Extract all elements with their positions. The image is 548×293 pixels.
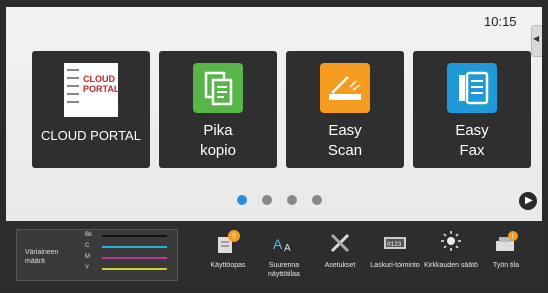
- settings-button[interactable]: Asetukset: [315, 225, 365, 283]
- svg-text:?: ?: [232, 232, 237, 241]
- page-dot[interactable]: [287, 195, 297, 205]
- tile-label-line1: Easy: [328, 122, 362, 139]
- svg-text:0123: 0123: [387, 241, 402, 248]
- play-arrow-icon: ▶: [525, 195, 533, 206]
- counter-button[interactable]: 0123 Laskuri-toiminto: [370, 225, 420, 283]
- page-dot-active[interactable]: [237, 195, 247, 205]
- tile-easy-scan[interactable]: Easy Scan: [286, 51, 404, 168]
- next-page-button[interactable]: ▶: [519, 192, 537, 210]
- manual-icon: ?: [216, 229, 240, 255]
- tile-cloud-portal[interactable]: CLOUD PORTAL CLOUD PORTAL: [32, 51, 150, 168]
- settings-label: Asetukset: [324, 262, 356, 269]
- brightness-button[interactable]: Kirkkauden säätö: [424, 225, 478, 283]
- toner-bar-yellow: [102, 268, 167, 270]
- toner-bar-magenta: [102, 257, 167, 259]
- job-status-label: Työn tila: [492, 262, 520, 269]
- page-dot[interactable]: [262, 195, 272, 205]
- toner-key: Y: [85, 265, 90, 271]
- fax-icon: [447, 63, 497, 113]
- enlarge-display-label: Suurenna näyttötilaa: [268, 262, 300, 278]
- tile-quick-copy[interactable]: Pika kopio: [159, 51, 277, 168]
- toner-label: Väriaineen määrä: [25, 249, 59, 265]
- enlarge-display-icon: AA: [272, 229, 296, 255]
- toner-bar-cyan: [102, 246, 167, 248]
- home-screen: 10:15 ◀ CLOUD PORTAL CLOUD PORTAL Pika k…: [6, 7, 542, 287]
- job-status-button[interactable]: ! Työn tila: [481, 225, 531, 283]
- tile-label-line1: Easy: [455, 122, 489, 139]
- manual-label: Käyttöopas: [210, 262, 246, 269]
- page-dot[interactable]: [312, 195, 322, 205]
- copy-icon: [193, 63, 243, 113]
- svg-text:!: !: [512, 234, 514, 241]
- job-status-icon: !: [494, 229, 518, 255]
- svg-text:A: A: [284, 243, 291, 254]
- counter-icon: 0123: [383, 229, 407, 255]
- toner-level-panel[interactable]: Väriaineen määrä Bk C M Y: [16, 229, 178, 281]
- toner-key: M: [85, 254, 90, 260]
- brightness-label: Kirkkauden säätö: [423, 262, 479, 269]
- tile-label-line2: kopio: [200, 142, 236, 159]
- toner-key: C: [85, 243, 90, 249]
- tile-label-line1: Pika: [203, 122, 233, 139]
- toner-bar-black: [102, 235, 167, 237]
- enlarge-display-button[interactable]: AA Suurenna näyttötilaa: [259, 225, 309, 283]
- svg-text:A: A: [273, 236, 283, 252]
- bottom-toolbar: Väriaineen määrä Bk C M Y ? Käyttöopas A…: [6, 221, 542, 287]
- cloud-portal-logo-text: CLOUD PORTAL: [83, 74, 120, 94]
- side-panel-tab[interactable]: ◀: [531, 25, 542, 57]
- tile-label-line2: Fax: [459, 142, 485, 159]
- toner-key: Bk: [85, 232, 93, 238]
- scan-icon: [320, 63, 370, 113]
- tile-label-line2: Scan: [327, 142, 363, 159]
- clock: 10:15: [484, 14, 517, 29]
- cloud-portal-icon: CLOUD PORTAL: [64, 63, 120, 117]
- tile-label: CLOUD PORTAL: [41, 128, 141, 143]
- manual-button[interactable]: ? Käyttöopas: [203, 225, 253, 283]
- counter-label: Laskuri-toiminto: [370, 262, 420, 269]
- brightness-icon: [439, 229, 463, 255]
- arrow-left-icon: ◀: [533, 34, 540, 43]
- tile-easy-fax[interactable]: Easy Fax: [413, 51, 531, 168]
- settings-tools-icon: [328, 229, 352, 255]
